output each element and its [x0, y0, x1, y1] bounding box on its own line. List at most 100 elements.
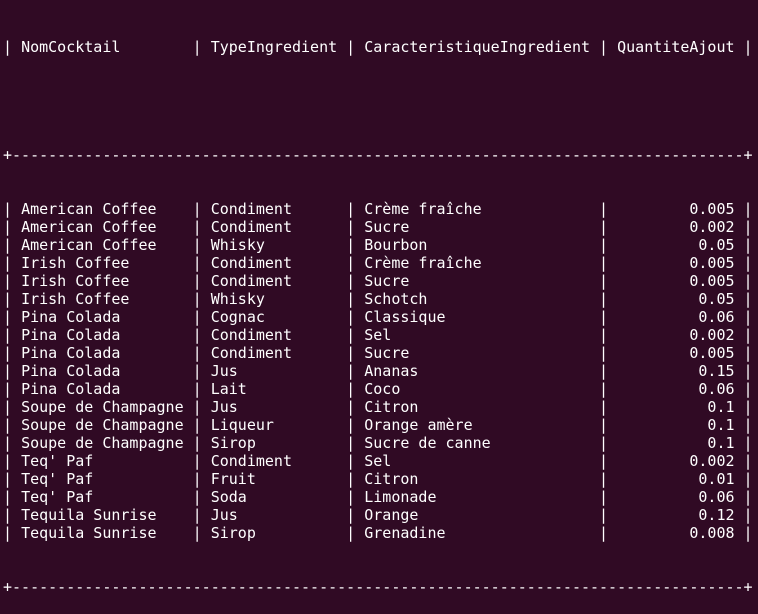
table-row: | Soupe de Champagne | Jus | Citron | 0.… [3, 398, 758, 416]
table-cell: Condiment [210, 254, 338, 272]
column-separator: | [734, 254, 753, 272]
column-separator: | [183, 218, 211, 236]
table-cell: Grenadine [364, 524, 591, 542]
table-row: | Soupe de Champagne | Liqueur | Orange … [3, 416, 758, 434]
table-cell: Jus [210, 506, 338, 524]
table-cell: 0.05 [617, 290, 735, 308]
table-cell: Citron [364, 470, 591, 488]
column-separator: | [590, 362, 618, 380]
table-cell: Classique [364, 308, 591, 326]
column-separator: | [337, 344, 365, 362]
column-separator: | [337, 236, 365, 254]
table-cell: 0.15 [617, 362, 735, 380]
column-separator: | [590, 524, 618, 542]
column-separator: | [734, 470, 753, 488]
column-separator: | [3, 380, 22, 398]
table-row: | Pina Colada | Condiment | Sucre | 0.00… [3, 344, 758, 362]
column-separator: | [590, 254, 618, 272]
column-separator: | [337, 362, 365, 380]
table-cell: Irish Coffee [21, 254, 184, 272]
table-row: | Teq' Paf | Soda | Limonade | 0.06 | [3, 488, 758, 506]
table-cell: Sucre de canne [364, 434, 591, 452]
table-cell: Liqueur [210, 416, 338, 434]
table-cell: Crème fraîche [364, 254, 591, 272]
table-cell: Condiment [210, 344, 338, 362]
table-cell: Pina Colada [21, 380, 184, 398]
column-separator: | [734, 524, 753, 542]
column-separator: | [183, 434, 211, 452]
column-separator: | [590, 398, 618, 416]
column-separator: | [183, 524, 211, 542]
table-row: | Soupe de Champagne | Sirop | Sucre de … [3, 434, 758, 452]
column-separator: | [590, 344, 618, 362]
table-row: | Teq' Paf | Fruit | Citron | 0.01 | [3, 470, 758, 488]
table-cell: Soupe de Champagne [21, 398, 184, 416]
table-cell: Limonade [364, 488, 591, 506]
table-cell: Condiment [210, 326, 338, 344]
column-separator: | [183, 488, 211, 506]
table-cell: 0.1 [617, 434, 735, 452]
column-separator: | [734, 308, 753, 326]
column-separator: | [183, 38, 211, 56]
column-separator: | [183, 290, 211, 308]
table-cell: Pina Colada [21, 362, 184, 380]
table-cell: 0.005 [617, 254, 735, 272]
column-separator: | [590, 218, 618, 236]
table-cell: Cognac [210, 308, 338, 326]
table-row: | American Coffee | Whisky | Bourbon | 0… [3, 236, 758, 254]
column-separator: | [3, 326, 22, 344]
table-cell: 0.005 [617, 200, 735, 218]
table-cell: Citron [364, 398, 591, 416]
column-separator: | [337, 488, 365, 506]
table-cell: American Coffee [21, 236, 184, 254]
column-separator: | [337, 200, 365, 218]
column-separator: | [590, 488, 618, 506]
column-separator: | [590, 380, 618, 398]
column-separator: | [183, 254, 211, 272]
column-separator: | [183, 416, 211, 434]
table-header: | NomCocktail | TypeIngredient | Caracte… [3, 38, 758, 56]
table-cell: Pina Colada [21, 308, 184, 326]
table-cell: Condiment [210, 272, 338, 290]
table-cell: Irish Coffee [21, 272, 184, 290]
table-cell: 0.06 [617, 488, 735, 506]
table-cell: Tequila Sunrise [21, 506, 184, 524]
column-separator: | [734, 416, 753, 434]
table-separator: +---------------------------------------… [3, 146, 753, 164]
column-separator: | [3, 362, 22, 380]
table-cell: Schotch [364, 290, 591, 308]
column-separator: | [337, 218, 365, 236]
column-separator: | [3, 524, 22, 542]
column-separator: | [3, 452, 22, 470]
column-separator: | [183, 470, 211, 488]
table-row: | Pina Colada | Jus | Ananas | 0.15 | [3, 362, 758, 380]
column-separator: | [337, 470, 365, 488]
table-cell: Crème fraîche [364, 200, 591, 218]
column-separator: | [337, 254, 365, 272]
column-separator: | [183, 308, 211, 326]
table-cell: Sucre [364, 218, 591, 236]
column-separator: | [734, 380, 753, 398]
column-separator: | [734, 506, 753, 524]
column-separator: | [183, 506, 211, 524]
column-separator: | [590, 308, 618, 326]
column-separator: | [590, 434, 618, 452]
column-separator: | [734, 200, 753, 218]
table-cell: 0.008 [617, 524, 735, 542]
table-cell: 0.06 [617, 380, 735, 398]
column-separator: | [590, 200, 618, 218]
column-separator: | [3, 488, 22, 506]
column-separator: | [3, 272, 22, 290]
table-row: | Irish Coffee | Condiment | Crème fraîc… [3, 254, 758, 272]
table-border-bottom: +---------------------------------------… [3, 578, 753, 596]
table-cell: Orange amère [364, 416, 591, 434]
column-separator: | [337, 452, 365, 470]
column-separator: | [3, 200, 22, 218]
table-cell: Fruit [210, 470, 338, 488]
table-row: | Teq' Paf | Condiment | Sel | 0.002 | [3, 452, 758, 470]
table-cell: Teq' Paf [21, 452, 184, 470]
column-separator: | [590, 290, 618, 308]
table-cell: 0.06 [617, 308, 735, 326]
column-separator: | [337, 272, 365, 290]
column-separator: | [183, 452, 211, 470]
